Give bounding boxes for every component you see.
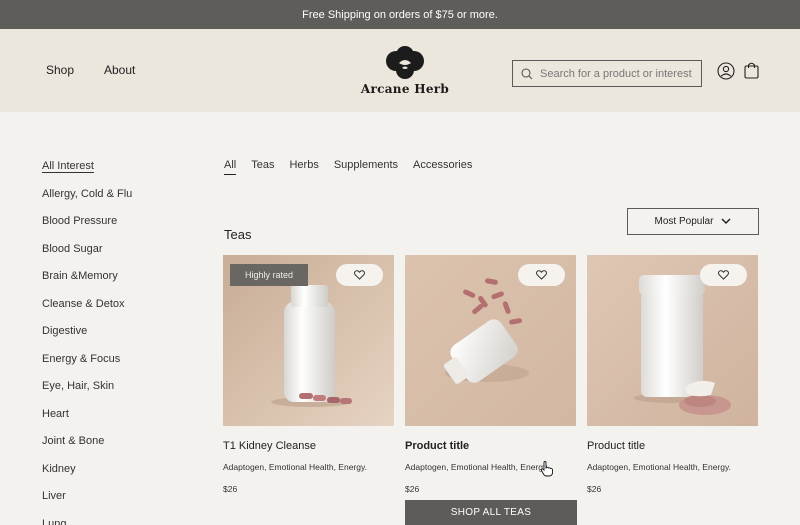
sidebar-item-allergy[interactable]: Allergy, Cold & Flu	[42, 187, 132, 215]
sidebar-item-all-interest[interactable]: All Interest	[42, 159, 132, 187]
sidebar-item-joint-bone[interactable]: Joint & Bone	[42, 434, 132, 462]
brand-mark-icon	[386, 46, 424, 79]
product-card[interactable]: Product title Adaptogen, Emotional Healt…	[405, 255, 576, 494]
tab-teas[interactable]: Teas	[251, 159, 274, 175]
product-title[interactable]: Product title	[405, 440, 576, 452]
section-title: Teas	[224, 227, 252, 242]
search-box[interactable]	[512, 60, 702, 87]
sidebar-item-heart[interactable]: Heart	[42, 407, 132, 435]
sidebar-item-lung[interactable]: Lung	[42, 517, 132, 525]
sidebar-item-blood-pressure[interactable]: Blood Pressure	[42, 214, 132, 242]
product-title[interactable]: Product title	[587, 440, 758, 452]
product-card[interactable]: Product title Adaptogen, Emotional Healt…	[587, 255, 758, 494]
user-icon[interactable]	[717, 62, 735, 85]
product-title[interactable]: T1 Kidney Cleanse	[223, 440, 394, 452]
promo-banner: Free Shipping on orders of $75 or more.	[0, 0, 800, 29]
wishlist-button[interactable]	[518, 264, 565, 286]
brand-logo[interactable]: Arcane Herb	[360, 46, 450, 101]
nav-about-link[interactable]: About	[104, 63, 135, 77]
shop-all-teas-button[interactable]: SHOP ALL TEAS	[405, 500, 577, 525]
tab-supplements[interactable]: Supplements	[334, 159, 398, 175]
site-header: Shop About Arcane Herb	[0, 29, 800, 112]
product-tags: Adaptogen, Emotional Health, Energy.	[587, 462, 731, 472]
sidebar-item-liver[interactable]: Liver	[42, 489, 132, 517]
sort-dropdown[interactable]: Most Popular	[627, 208, 759, 235]
category-filter-tabs: All Teas Herbs Supplements Accessories	[224, 159, 472, 175]
wishlist-button[interactable]	[336, 264, 383, 286]
shopping-bag-icon[interactable]	[744, 61, 759, 84]
sidebar-item-kidney[interactable]: Kidney	[42, 462, 132, 490]
product-price: $26	[587, 484, 602, 494]
tab-all[interactable]: All	[224, 159, 237, 175]
heart-icon	[718, 270, 729, 280]
product-price: $26	[223, 484, 238, 494]
search-input[interactable]	[540, 67, 700, 80]
sidebar-item-blood-sugar[interactable]: Blood Sugar	[42, 242, 132, 270]
promo-text: Free Shipping on orders of $75 or more.	[302, 8, 498, 21]
sidebar-item-cleanse-detox[interactable]: Cleanse & Detox	[42, 297, 132, 325]
highly-rated-badge: Highly rated	[230, 264, 308, 286]
interest-sidebar: All Interest Allergy, Cold & Flu Blood P…	[42, 159, 132, 525]
product-image[interactable]	[405, 255, 576, 426]
hand-cursor-icon	[540, 461, 553, 477]
tab-herbs[interactable]: Herbs	[289, 159, 318, 175]
sidebar-item-energy-focus[interactable]: Energy & Focus	[42, 352, 132, 380]
heart-icon	[536, 270, 547, 280]
sidebar-item-eye-hair-skin[interactable]: Eye, Hair, Skin	[42, 379, 132, 407]
wishlist-button[interactable]	[700, 264, 747, 286]
sort-label: Most Popular	[654, 216, 714, 227]
search-icon	[521, 67, 533, 79]
product-price: $26	[405, 484, 420, 494]
product-tags: Adaptogen, Emotional Health, Energy.	[223, 462, 367, 472]
brand-name: Arcane Herb	[360, 82, 450, 96]
heart-icon	[354, 270, 365, 280]
product-image[interactable]: Highly rated	[223, 255, 394, 426]
product-image[interactable]	[587, 255, 758, 426]
nav-shop-link[interactable]: Shop	[46, 63, 74, 77]
sidebar-item-digestive[interactable]: Digestive	[42, 324, 132, 352]
product-card[interactable]: Highly rated T1 Kidney Cleanse Adaptogen…	[223, 255, 394, 494]
sidebar-item-brain-memory[interactable]: Brain &Memory	[42, 269, 132, 297]
tab-accessories[interactable]: Accessories	[413, 159, 472, 175]
chevron-down-icon	[721, 218, 731, 225]
